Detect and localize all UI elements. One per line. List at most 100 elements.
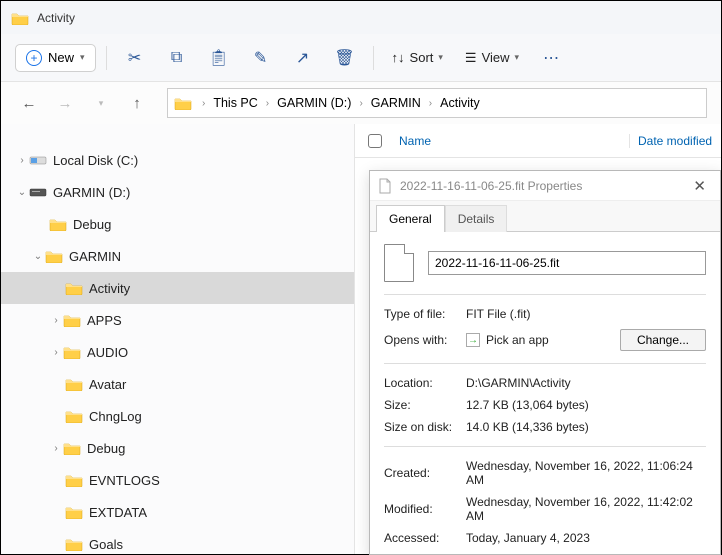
- tree-garmin-d[interactable]: ⌄GARMIN (D:): [1, 176, 354, 208]
- delete-icon[interactable]: 🗑︎: [327, 40, 363, 76]
- view-label: View: [482, 50, 510, 65]
- folder-icon: [65, 537, 83, 551]
- value-modified: Wednesday, November 16, 2022, 11:42:02 A…: [466, 495, 706, 523]
- rename-icon[interactable]: ✎: [243, 40, 279, 76]
- crumb-garmin-d[interactable]: GARMIN (D:): [273, 94, 355, 112]
- titlebar: Activity: [1, 1, 721, 34]
- col-date[interactable]: Date modified: [629, 134, 721, 148]
- dialog-titlebar[interactable]: 2022-11-16-11-06-25.fit Properties ✕: [370, 171, 720, 201]
- label-type: Type of file:: [384, 307, 466, 321]
- chevron-down-icon: ▾: [80, 52, 85, 63]
- expander-icon[interactable]: ⌄: [15, 187, 29, 198]
- select-all[interactable]: [355, 134, 395, 148]
- expander-icon[interactable]: ›: [15, 155, 29, 166]
- column-header: Name Date modified: [355, 124, 721, 158]
- value-type: FIT File (.fit): [466, 307, 706, 321]
- folder-icon: [11, 11, 29, 25]
- chevron-right-icon: ›: [429, 98, 432, 109]
- tree-apps[interactable]: ›APPS: [1, 304, 354, 336]
- cut-icon[interactable]: ✂: [117, 40, 153, 76]
- tree-debug[interactable]: Debug: [1, 208, 354, 240]
- forward-button[interactable]: →: [51, 89, 79, 117]
- address-bar[interactable]: › This PC › GARMIN (D:) › GARMIN › Activ…: [167, 88, 707, 118]
- chevron-right-icon: ›: [359, 98, 362, 109]
- col-name[interactable]: Name: [395, 134, 629, 148]
- drive-icon: [29, 154, 47, 166]
- folder-icon: [65, 473, 83, 487]
- crumb-this-pc[interactable]: This PC: [209, 94, 261, 112]
- more-icon[interactable]: ⋯: [533, 40, 569, 76]
- tree-activity[interactable]: Activity: [1, 272, 354, 304]
- expander-icon[interactable]: ›: [49, 315, 63, 326]
- tree-extdata[interactable]: EXTDATA: [1, 496, 354, 528]
- label-size: Size:: [384, 398, 466, 412]
- view-button[interactable]: ☰ View ▾: [457, 45, 527, 71]
- up-button[interactable]: ↑: [123, 89, 151, 117]
- folder-icon: [174, 96, 192, 110]
- value-opens: Pick an app: [486, 333, 549, 347]
- file-icon: [378, 178, 392, 194]
- label-opens: Opens with:: [384, 333, 466, 347]
- tree-garmin[interactable]: ⌄GARMIN: [1, 240, 354, 272]
- view-icon: ☰: [465, 50, 477, 66]
- tab-general[interactable]: General: [376, 205, 445, 232]
- expander-icon[interactable]: ›: [49, 347, 63, 358]
- label-created: Created:: [384, 466, 466, 480]
- separator: [106, 46, 107, 70]
- tree-avatar[interactable]: Avatar: [1, 368, 354, 400]
- chevron-down-icon: ▾: [438, 52, 443, 63]
- folder-icon: [63, 441, 81, 455]
- folder-icon: [65, 281, 83, 295]
- folder-icon: [49, 217, 67, 231]
- plus-icon: +: [26, 50, 42, 66]
- tree-audio[interactable]: ›AUDIO: [1, 336, 354, 368]
- sort-icon: ↑↓: [392, 50, 405, 65]
- close-button[interactable]: ✕: [687, 175, 712, 197]
- nav-tree: ›Local Disk (C:) ⌄GARMIN (D:) Debug ⌄GAR…: [1, 124, 354, 554]
- tree-evntlogs[interactable]: EVNTLOGS: [1, 464, 354, 496]
- window-title: Activity: [37, 11, 75, 25]
- folder-icon: [65, 505, 83, 519]
- back-button[interactable]: ←: [15, 89, 43, 117]
- copy-icon[interactable]: ⧉: [159, 40, 195, 76]
- expander-icon[interactable]: ⌄: [31, 251, 45, 262]
- tree-debug2[interactable]: ›Debug: [1, 432, 354, 464]
- tree-chnglog[interactable]: ChngLog: [1, 400, 354, 432]
- paste-icon[interactable]: 📋︎: [201, 40, 237, 76]
- tree-goals[interactable]: Goals: [1, 528, 354, 554]
- new-button[interactable]: + New ▾: [15, 44, 96, 72]
- folder-icon: [63, 313, 81, 327]
- share-icon[interactable]: ↗: [285, 40, 321, 76]
- label-modified: Modified:: [384, 502, 466, 516]
- chevron-right-icon: ›: [202, 98, 205, 109]
- folder-icon: [63, 345, 81, 359]
- value-created: Wednesday, November 16, 2022, 11:06:24 A…: [466, 459, 706, 487]
- app-icon: →: [466, 333, 480, 347]
- properties-dialog: 2022-11-16-11-06-25.fit Properties ✕ Gen…: [369, 170, 721, 555]
- change-button[interactable]: Change...: [620, 329, 706, 351]
- drive-icon: [29, 186, 47, 198]
- folder-icon: [45, 249, 63, 263]
- recent-chevron[interactable]: ▾: [87, 89, 115, 117]
- folder-icon: [65, 377, 83, 391]
- sort-label: Sort: [410, 50, 434, 65]
- chevron-down-icon: ▾: [515, 52, 520, 63]
- label-sizeondisk: Size on disk:: [384, 420, 466, 434]
- tab-details[interactable]: Details: [445, 205, 508, 232]
- value-sizeondisk: 14.0 KB (14,336 bytes): [466, 420, 706, 434]
- label-accessed: Accessed:: [384, 531, 466, 545]
- dialog-title: 2022-11-16-11-06-25.fit Properties: [400, 179, 582, 193]
- crumb-garmin[interactable]: GARMIN: [367, 94, 425, 112]
- separator: [373, 46, 374, 70]
- toolbar: + New ▾ ✂ ⧉ 📋︎ ✎ ↗ 🗑︎ ↑↓ Sort ▾ ☰ View ▾…: [1, 34, 721, 82]
- value-accessed: Today, January 4, 2023: [466, 531, 706, 545]
- new-label: New: [48, 50, 74, 65]
- tabs: General Details: [370, 201, 720, 231]
- expander-icon[interactable]: ›: [49, 443, 63, 454]
- file-icon: [384, 244, 414, 282]
- sort-button[interactable]: ↑↓ Sort ▾: [384, 45, 451, 70]
- tree-local-disk[interactable]: ›Local Disk (C:): [1, 144, 354, 176]
- properties-body: Type of file:FIT File (.fit) Opens with:…: [370, 231, 720, 554]
- crumb-activity[interactable]: Activity: [436, 94, 484, 112]
- filename-input[interactable]: [428, 251, 706, 275]
